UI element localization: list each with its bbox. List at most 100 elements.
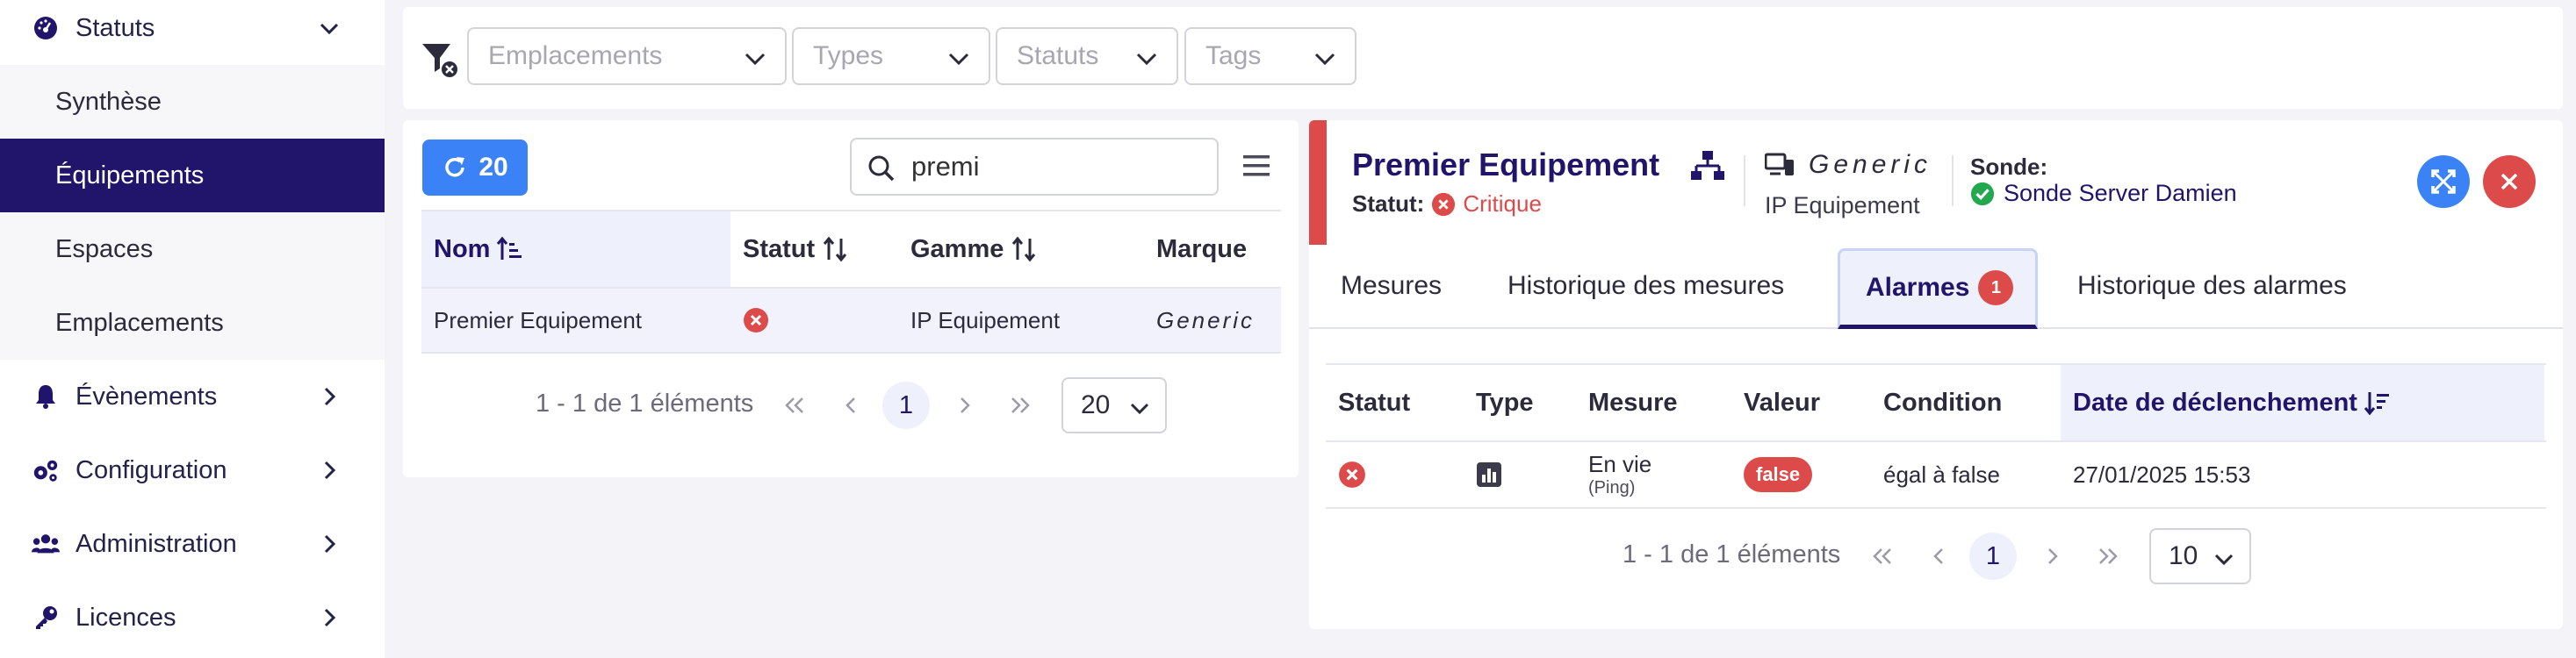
- nav-espaces[interactable]: Espaces: [0, 212, 385, 286]
- prev-page-icon[interactable]: [839, 394, 862, 417]
- chevron-down-icon: [1314, 53, 1335, 66]
- column-valeur[interactable]: Valeur: [1744, 365, 1820, 440]
- value-badge: false: [1744, 457, 1813, 492]
- chevron-down-icon: [948, 53, 969, 66]
- prev-page-icon[interactable]: [1927, 545, 1950, 568]
- table-header: Nom Statut Gamme Marque: [421, 210, 1281, 289]
- sort-desc-icon: [2364, 392, 2389, 416]
- search-icon: [868, 155, 895, 182]
- alarm-count-badge: 1: [1978, 270, 2014, 305]
- nav-licences[interactable]: Licences: [0, 581, 385, 654]
- emplacements-select[interactable]: Emplacements: [467, 27, 787, 85]
- types-select[interactable]: Types: [792, 27, 990, 85]
- tab-mesures[interactable]: Mesures: [1341, 245, 1442, 327]
- table-row[interactable]: Premier Equipement IP Equipement Generic: [421, 289, 1281, 354]
- nav-statuts[interactable]: Statuts: [0, 0, 385, 65]
- nav-emplacements[interactable]: Emplacements: [0, 286, 385, 360]
- alarm-table-row[interactable]: En vie (Ping) false égal à false 27/01/2…: [1326, 442, 2546, 509]
- sidebar: Statuts Synthèse Équipements Espaces Emp…: [0, 0, 385, 658]
- clear-filter-icon[interactable]: [421, 40, 459, 79]
- equipment-detail-card: Premier Equipement Statut: Critique Gene…: [1309, 120, 2563, 629]
- status-critical-icon: [1338, 442, 1366, 507]
- probe-value: Sonde Server Damien: [1970, 180, 2237, 207]
- pagination-summary: 1 - 1 de 1 éléments: [536, 390, 754, 418]
- page-size-select[interactable]: 20: [1061, 377, 1167, 433]
- cell-nom: Premier Equipement: [434, 306, 642, 333]
- tab-historique-mesures[interactable]: Historique des mesures: [1507, 245, 1784, 327]
- sort-icon: [1012, 236, 1036, 262]
- devices-icon: [1765, 153, 1794, 175]
- search-box[interactable]: [850, 138, 1219, 196]
- cell-valeur: false: [1744, 442, 1813, 507]
- select-placeholder: Statuts: [1017, 41, 1099, 70]
- nav-synthese[interactable]: Synthèse: [0, 65, 385, 139]
- nav-label: Évènements: [76, 382, 218, 411]
- column-condition[interactable]: Condition: [1883, 365, 2002, 440]
- close-button[interactable]: [2483, 155, 2536, 208]
- nav-label: Statuts: [76, 13, 155, 42]
- expand-button[interactable]: [2417, 155, 2470, 208]
- column-type[interactable]: Type: [1476, 365, 1534, 440]
- next-page-icon[interactable]: [2041, 545, 2064, 568]
- chevron-down-icon: [1136, 53, 1157, 66]
- tab-historique-alarmes[interactable]: Historique des alarmes: [2077, 245, 2347, 327]
- users-icon: [32, 530, 60, 558]
- filter-bar: Emplacements Types Statuts Tags: [403, 7, 2563, 109]
- network-icon: [1691, 151, 1724, 180]
- last-page-icon[interactable]: [1009, 394, 1032, 417]
- column-marque[interactable]: Marque: [1156, 211, 1279, 287]
- chevron-right-icon: [324, 387, 336, 406]
- select-placeholder: Emplacements: [488, 41, 663, 70]
- chart-bar-icon: [1476, 442, 1502, 507]
- column-date-declenchement[interactable]: Date de déclenchement: [2061, 365, 2544, 440]
- equipment-range: IP Equipement: [1765, 192, 1920, 218]
- menu-icon[interactable]: [1243, 154, 1270, 178]
- nav-label: Emplacements: [55, 308, 224, 337]
- column-gamme[interactable]: Gamme: [910, 211, 1140, 287]
- chevron-down-icon: [2214, 554, 2234, 566]
- nav-label: Administration: [76, 529, 237, 558]
- search-input[interactable]: [911, 147, 1201, 187]
- page-number-button[interactable]: 1: [882, 382, 930, 429]
- status-critical-icon: [1432, 192, 1456, 216]
- mesure-name: En vie: [1588, 451, 1652, 477]
- cell-marque: Generic: [1156, 306, 1256, 333]
- brand-name: Generic: [1809, 150, 1932, 179]
- expand-icon: [2431, 169, 2456, 194]
- first-page-icon[interactable]: [1871, 545, 1894, 568]
- nav-label: Configuration: [76, 455, 227, 484]
- equipment-status: Statut: Critique: [1352, 190, 1542, 218]
- nav-label: Synthèse: [55, 87, 162, 116]
- nav-evenements[interactable]: Évènements: [0, 360, 385, 433]
- column-nom[interactable]: Nom: [421, 211, 730, 287]
- chevron-right-icon: [324, 534, 336, 554]
- cell-gamme: IP Equipement: [910, 306, 1061, 333]
- chevron-down-icon: [745, 53, 766, 66]
- refresh-button[interactable]: 20: [422, 139, 528, 196]
- status-critical-icon: [743, 289, 769, 352]
- column-mesure[interactable]: Mesure: [1588, 365, 1678, 440]
- column-statut[interactable]: Statut: [743, 211, 910, 287]
- column-statut[interactable]: Statut: [1338, 365, 1410, 440]
- tags-select[interactable]: Tags: [1184, 27, 1356, 85]
- page-size-select[interactable]: 10: [2149, 528, 2251, 584]
- nav-equipements[interactable]: Équipements: [0, 139, 385, 212]
- statuts-select[interactable]: Statuts: [996, 27, 1178, 85]
- nav-administration[interactable]: Administration: [0, 507, 385, 581]
- gears-icon: [32, 456, 60, 484]
- check-circle-icon: [1970, 182, 1995, 205]
- critical-accent-bar: [1309, 120, 1327, 245]
- divider: [1952, 155, 1954, 206]
- equipment-brand: Generic: [1765, 150, 1932, 180]
- last-page-icon[interactable]: [2097, 545, 2119, 568]
- nav-label: Licences: [76, 603, 176, 632]
- nav-configuration[interactable]: Configuration: [0, 433, 385, 507]
- first-page-icon[interactable]: [783, 394, 806, 417]
- tab-alarmes[interactable]: Alarmes 1: [1838, 248, 2038, 329]
- refresh-icon: [445, 157, 465, 177]
- next-page-icon[interactable]: [953, 394, 976, 417]
- sort-icon: [824, 236, 847, 262]
- page-number-button[interactable]: 1: [1969, 533, 2017, 580]
- equipment-title: Premier Equipement: [1352, 147, 1660, 182]
- refresh-count: 20: [479, 153, 508, 182]
